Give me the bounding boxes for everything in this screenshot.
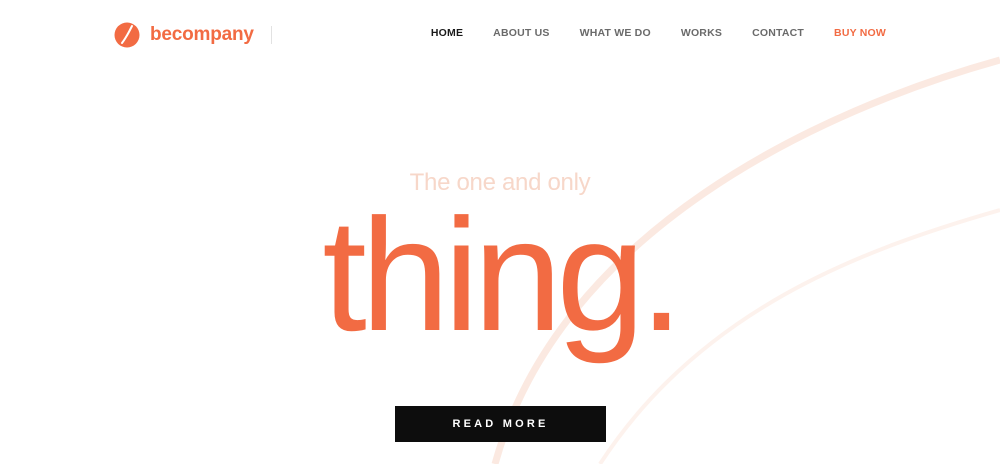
nav-item-home[interactable]: HOME	[431, 25, 463, 41]
main-navigation: HOME ABOUT US WHAT WE DO WORKS CONTACT B…	[431, 25, 886, 41]
nav-item-about-us[interactable]: ABOUT US	[493, 25, 549, 41]
read-more-button[interactable]: READ MORE	[395, 406, 606, 442]
hero-headline: thing.	[322, 185, 683, 364]
site-header: becompany HOME ABOUT US WHAT WE DO WORKS…	[0, 0, 1000, 68]
logo-swoosh-icon	[114, 22, 140, 48]
brand-name: becompany	[150, 24, 254, 45]
hero-section: The one and only thing. READ MORE	[0, 0, 1000, 464]
nav-item-buy-now[interactable]: BUY NOW	[834, 25, 886, 41]
nav-item-works[interactable]: WORKS	[681, 25, 722, 41]
logo-divider	[271, 26, 272, 44]
nav-item-contact[interactable]: CONTACT	[752, 25, 804, 41]
nav-item-what-we-do[interactable]: WHAT WE DO	[580, 25, 651, 41]
brand-logo[interactable]: becompany	[114, 21, 254, 49]
